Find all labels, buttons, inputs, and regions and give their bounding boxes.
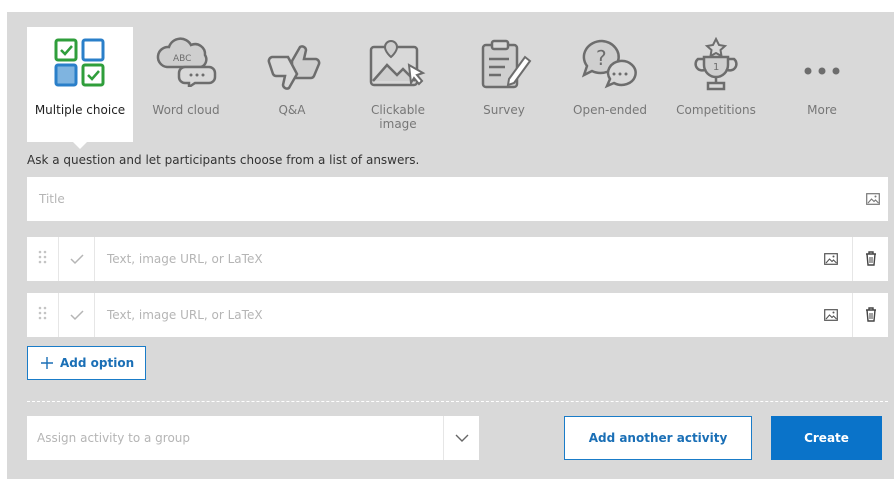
delete-option-button[interactable] xyxy=(852,293,888,337)
tab-competitions[interactable]: 1 Competitions xyxy=(663,27,769,142)
add-another-activity-button[interactable]: Add another activity xyxy=(564,416,752,460)
option-input[interactable]: Text, image URL, or LaTeX xyxy=(107,252,263,266)
trash-icon xyxy=(866,251,876,266)
word-cloud-icon: ABC xyxy=(156,37,217,87)
tab-label: Clickable image xyxy=(370,103,426,131)
tab-clickable-image[interactable]: Clickable image xyxy=(345,27,451,142)
tab-qa[interactable]: Q&A xyxy=(239,27,345,142)
tab-multiple-choice[interactable]: Multiple choice xyxy=(27,27,133,149)
create-button[interactable]: Create xyxy=(771,416,882,460)
option-input[interactable]: Text, image URL, or LaTeX xyxy=(107,308,263,322)
tab-label: Survey xyxy=(483,103,525,117)
check-icon xyxy=(70,310,84,321)
open-ended-icon: ? xyxy=(581,39,637,89)
group-select[interactable]: Assign activity to a group xyxy=(27,416,479,460)
svg-text:ABC: ABC xyxy=(173,54,191,64)
svg-text:?: ? xyxy=(596,46,607,70)
activity-panel: Multiple choice ABC Word cloud Q&A Click… xyxy=(7,12,894,479)
tab-open-ended[interactable]: ? Open-ended xyxy=(557,27,663,142)
option-row: Text, image URL, or LaTeX xyxy=(27,293,888,337)
check-icon xyxy=(70,254,84,265)
trophy-icon: 1 xyxy=(694,37,738,91)
insert-image-icon[interactable] xyxy=(824,309,838,321)
plus-icon xyxy=(41,357,53,369)
clickable-image-icon xyxy=(369,39,426,87)
tab-label: Multiple choice xyxy=(34,103,126,117)
tab-label: Open-ended xyxy=(573,103,647,117)
tab-label: Q&A xyxy=(278,103,306,117)
drag-handle-icon xyxy=(38,306,47,320)
title-field[interactable]: Title xyxy=(27,177,888,221)
chevron-down-icon xyxy=(455,434,469,442)
delete-option-button[interactable] xyxy=(852,237,888,281)
correct-answer-toggle[interactable] xyxy=(59,293,95,337)
drag-handle[interactable] xyxy=(27,237,59,281)
group-select-placeholder: Assign activity to a group xyxy=(37,431,191,445)
tab-more[interactable]: More xyxy=(769,27,875,142)
svg-text:1: 1 xyxy=(713,62,719,73)
more-icon xyxy=(804,67,840,75)
option-row: Text, image URL, or LaTeX xyxy=(27,237,888,281)
section-divider xyxy=(27,401,888,402)
insert-image-icon[interactable] xyxy=(824,253,838,265)
add-option-button[interactable]: Add option xyxy=(27,346,146,380)
activity-hint: Ask a question and let participants choo… xyxy=(27,153,420,167)
tab-label: Competitions xyxy=(676,103,756,117)
title-placeholder: Title xyxy=(39,192,65,206)
tab-word-cloud[interactable]: ABC Word cloud xyxy=(133,27,239,142)
group-select-toggle[interactable] xyxy=(443,416,479,460)
insert-image-icon[interactable] xyxy=(866,193,880,205)
drag-handle-icon xyxy=(38,250,47,264)
trash-icon xyxy=(866,307,876,322)
thumbs-icon xyxy=(267,45,321,90)
multiple-choice-icon xyxy=(54,38,105,87)
add-option-label: Add option xyxy=(60,356,135,370)
tab-label: More xyxy=(807,103,837,117)
activity-type-tabs: Multiple choice ABC Word cloud Q&A Click… xyxy=(27,27,875,149)
tab-survey[interactable]: Survey xyxy=(451,27,557,142)
tab-label: Word cloud xyxy=(152,103,220,117)
drag-handle[interactable] xyxy=(27,293,59,337)
survey-icon xyxy=(481,39,532,89)
correct-answer-toggle[interactable] xyxy=(59,237,95,281)
